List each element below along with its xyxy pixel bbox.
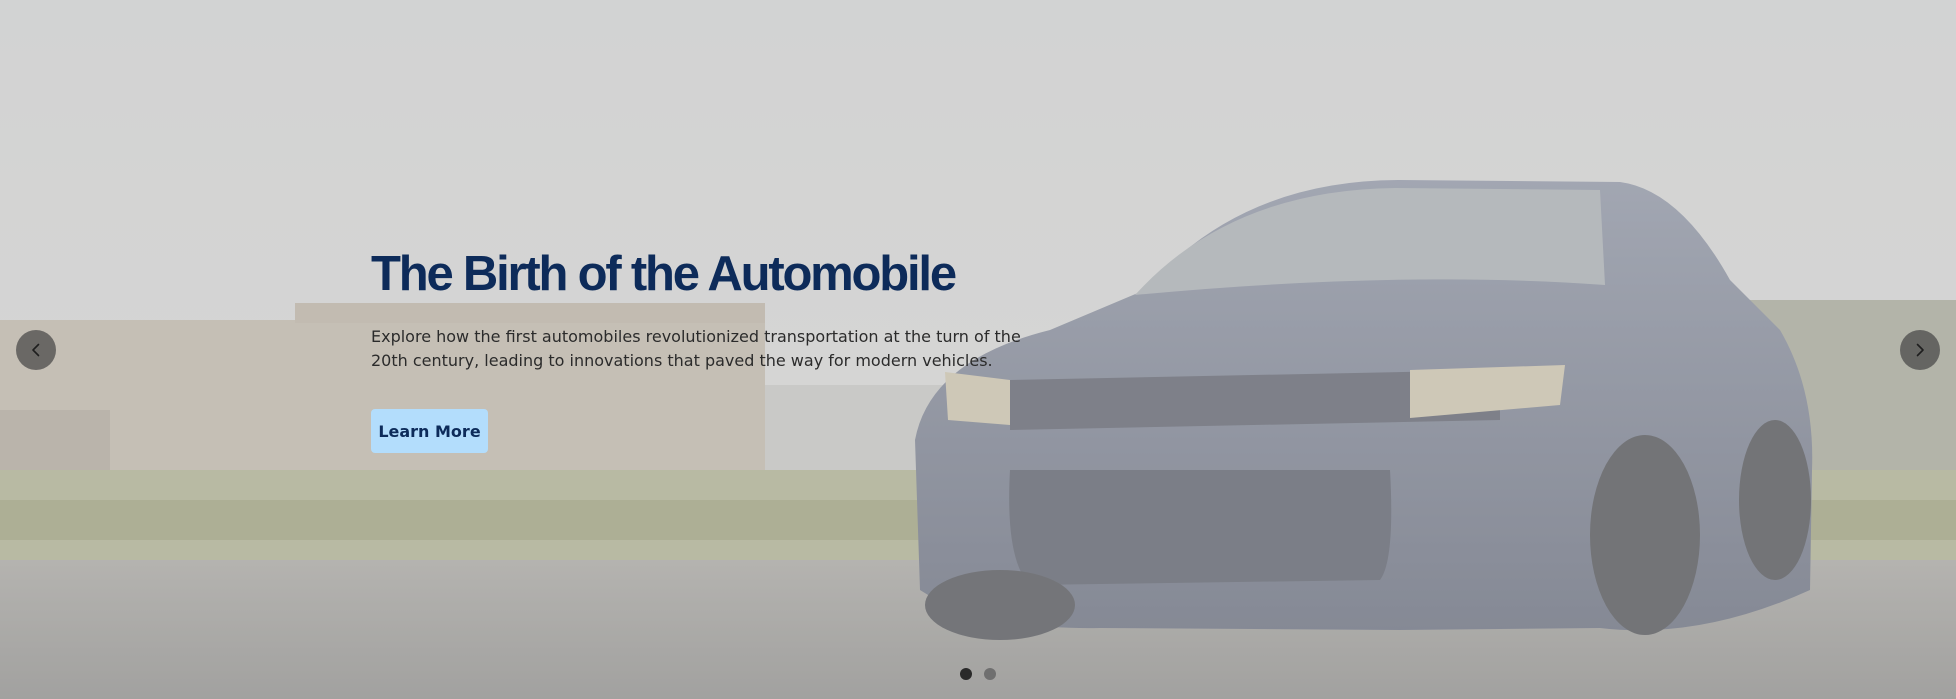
learn-more-button[interactable]: Learn More [371, 409, 488, 453]
hero-title: The Birth of the Automobile [371, 247, 957, 301]
carousel-indicators [960, 668, 996, 680]
carousel-indicator-2[interactable] [984, 668, 996, 680]
carousel-prev-button[interactable] [16, 330, 56, 370]
hero-carousel: The Birth of the Automobile Explore how … [0, 0, 1956, 699]
chevron-left-icon [32, 343, 40, 357]
chevron-right-icon [1916, 343, 1924, 357]
hero-content: The Birth of the Automobile Explore how … [371, 245, 1051, 453]
hero-description: Explore how the first automobiles revolu… [371, 327, 1021, 370]
carousel-indicator-1[interactable] [960, 668, 972, 680]
carousel-next-button[interactable] [1900, 330, 1940, 370]
